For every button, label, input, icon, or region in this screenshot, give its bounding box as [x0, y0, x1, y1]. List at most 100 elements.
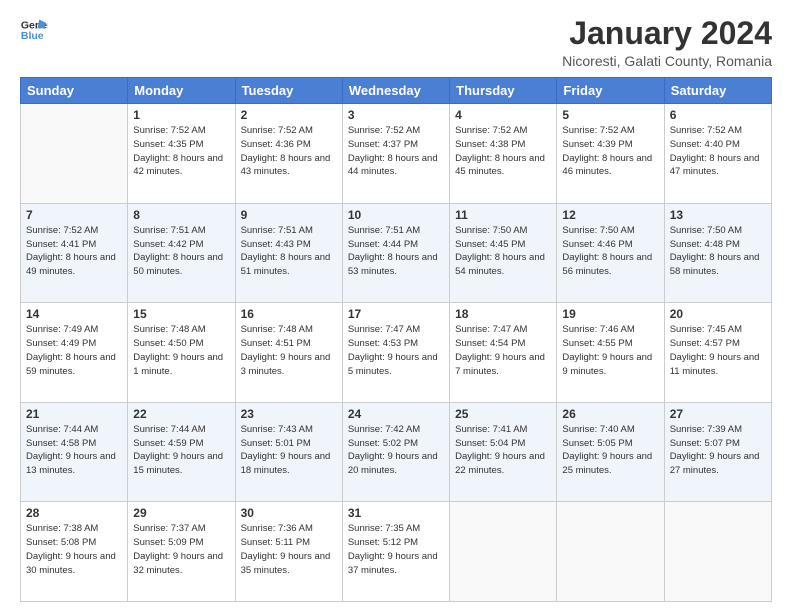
week-row-2: 7 Sunrise: 7:52 AM Sunset: 4:41 PM Daylig… [21, 203, 772, 303]
day-cell-5-3: 30 Sunrise: 7:36 AM Sunset: 5:11 PM Dayli… [235, 502, 342, 602]
day-info: Sunrise: 7:38 AM Sunset: 5:08 PM Dayligh… [26, 522, 122, 577]
day-number: 11 [455, 208, 551, 222]
day-number: 28 [26, 506, 122, 520]
day-cell-4-2: 22 Sunrise: 7:44 AM Sunset: 4:59 PM Dayli… [128, 402, 235, 502]
day-cell-1-1 [21, 104, 128, 204]
day-cell-4-7: 27 Sunrise: 7:39 AM Sunset: 5:07 PM Dayli… [664, 402, 771, 502]
day-info: Sunrise: 7:51 AM Sunset: 4:43 PM Dayligh… [241, 224, 337, 279]
day-info: Sunrise: 7:51 AM Sunset: 4:42 PM Dayligh… [133, 224, 229, 279]
day-info: Sunrise: 7:44 AM Sunset: 4:59 PM Dayligh… [133, 423, 229, 478]
day-number: 1 [133, 108, 229, 122]
day-cell-2-4: 10Sunrise: 7:51 AM Sunset: 4:44 PM Dayli… [342, 203, 449, 303]
day-number: 19 [562, 307, 658, 321]
header: General Blue January 2024 Nicoresti, Gal… [20, 16, 772, 69]
day-cell-1-7: 6 Sunrise: 7:52 AM Sunset: 4:40 PM Daylig… [664, 104, 771, 204]
day-cell-3-2: 15 Sunrise: 7:48 AM Sunset: 4:50 PM Dayli… [128, 303, 235, 403]
day-number: 23 [241, 407, 337, 421]
day-info: Sunrise: 7:52 AM Sunset: 4:36 PM Dayligh… [241, 124, 337, 179]
day-number: 2 [241, 108, 337, 122]
day-info: Sunrise: 7:39 AM Sunset: 5:07 PM Dayligh… [670, 423, 766, 478]
day-cell-4-5: 25 Sunrise: 7:41 AM Sunset: 5:04 PM Dayli… [450, 402, 557, 502]
day-info: Sunrise: 7:42 AM Sunset: 5:02 PM Dayligh… [348, 423, 444, 478]
day-info: Sunrise: 7:46 AM Sunset: 4:55 PM Dayligh… [562, 323, 658, 378]
title-block: January 2024 Nicoresti, Galati County, R… [562, 16, 772, 69]
day-cell-1-3: 2 Sunrise: 7:52 AM Sunset: 4:36 PM Daylig… [235, 104, 342, 204]
day-number: 16 [241, 307, 337, 321]
day-number: 6 [670, 108, 766, 122]
day-info: Sunrise: 7:36 AM Sunset: 5:11 PM Dayligh… [241, 522, 337, 577]
day-number: 20 [670, 307, 766, 321]
day-info: Sunrise: 7:45 AM Sunset: 4:57 PM Dayligh… [670, 323, 766, 378]
day-number: 4 [455, 108, 551, 122]
day-cell-4-6: 26 Sunrise: 7:40 AM Sunset: 5:05 PM Dayli… [557, 402, 664, 502]
day-info: Sunrise: 7:52 AM Sunset: 4:38 PM Dayligh… [455, 124, 551, 179]
day-info: Sunrise: 7:52 AM Sunset: 4:39 PM Dayligh… [562, 124, 658, 179]
week-row-3: 14Sunrise: 7:49 AM Sunset: 4:49 PM Dayli… [21, 303, 772, 403]
day-info: Sunrise: 7:43 AM Sunset: 5:01 PM Dayligh… [241, 423, 337, 478]
day-info: Sunrise: 7:50 AM Sunset: 4:45 PM Dayligh… [455, 224, 551, 279]
day-number: 10 [348, 208, 444, 222]
weekday-header-row: Sunday Monday Tuesday Wednesday Thursday… [21, 78, 772, 104]
day-cell-5-7 [664, 502, 771, 602]
day-cell-3-1: 14Sunrise: 7:49 AM Sunset: 4:49 PM Dayli… [21, 303, 128, 403]
day-number: 27 [670, 407, 766, 421]
day-info: Sunrise: 7:50 AM Sunset: 4:48 PM Dayligh… [670, 224, 766, 279]
day-number: 5 [562, 108, 658, 122]
day-number: 26 [562, 407, 658, 421]
day-info: Sunrise: 7:48 AM Sunset: 4:50 PM Dayligh… [133, 323, 229, 378]
day-cell-2-7: 13 Sunrise: 7:50 AM Sunset: 4:48 PM Dayli… [664, 203, 771, 303]
main-title: January 2024 [562, 16, 772, 51]
day-info: Sunrise: 7:40 AM Sunset: 5:05 PM Dayligh… [562, 423, 658, 478]
day-cell-1-2: 1 Sunrise: 7:52 AM Sunset: 4:35 PM Daylig… [128, 104, 235, 204]
header-monday: Monday [128, 78, 235, 104]
subtitle: Nicoresti, Galati County, Romania [562, 53, 772, 69]
day-cell-2-3: 9Sunrise: 7:51 AM Sunset: 4:43 PM Daylig… [235, 203, 342, 303]
week-row-4: 21Sunrise: 7:44 AM Sunset: 4:58 PM Dayli… [21, 402, 772, 502]
day-number: 13 [670, 208, 766, 222]
calendar-table: Sunday Monday Tuesday Wednesday Thursday… [20, 77, 772, 602]
day-info: Sunrise: 7:47 AM Sunset: 4:54 PM Dayligh… [455, 323, 551, 378]
day-number: 30 [241, 506, 337, 520]
day-info: Sunrise: 7:47 AM Sunset: 4:53 PM Dayligh… [348, 323, 444, 378]
day-number: 7 [26, 208, 122, 222]
day-info: Sunrise: 7:50 AM Sunset: 4:46 PM Dayligh… [562, 224, 658, 279]
day-number: 21 [26, 407, 122, 421]
day-number: 12 [562, 208, 658, 222]
day-info: Sunrise: 7:35 AM Sunset: 5:12 PM Dayligh… [348, 522, 444, 577]
day-number: 31 [348, 506, 444, 520]
day-info: Sunrise: 7:48 AM Sunset: 4:51 PM Dayligh… [241, 323, 337, 378]
week-row-5: 28 Sunrise: 7:38 AM Sunset: 5:08 PM Dayli… [21, 502, 772, 602]
day-info: Sunrise: 7:52 AM Sunset: 4:35 PM Dayligh… [133, 124, 229, 179]
day-number: 22 [133, 407, 229, 421]
page: General Blue January 2024 Nicoresti, Gal… [0, 0, 792, 612]
day-cell-4-4: 24 Sunrise: 7:42 AM Sunset: 5:02 PM Dayli… [342, 402, 449, 502]
day-cell-4-3: 23 Sunrise: 7:43 AM Sunset: 5:01 PM Dayli… [235, 402, 342, 502]
day-number: 3 [348, 108, 444, 122]
day-number: 15 [133, 307, 229, 321]
day-number: 25 [455, 407, 551, 421]
day-cell-1-6: 5 Sunrise: 7:52 AM Sunset: 4:39 PM Daylig… [557, 104, 664, 204]
day-number: 24 [348, 407, 444, 421]
day-cell-5-1: 28 Sunrise: 7:38 AM Sunset: 5:08 PM Dayli… [21, 502, 128, 602]
day-cell-1-5: 4 Sunrise: 7:52 AM Sunset: 4:38 PM Daylig… [450, 104, 557, 204]
day-info: Sunrise: 7:37 AM Sunset: 5:09 PM Dayligh… [133, 522, 229, 577]
header-wednesday: Wednesday [342, 78, 449, 104]
header-tuesday: Tuesday [235, 78, 342, 104]
day-info: Sunrise: 7:52 AM Sunset: 4:37 PM Dayligh… [348, 124, 444, 179]
logo-icon: General Blue [20, 16, 48, 44]
day-cell-3-7: 20 Sunrise: 7:45 AM Sunset: 4:57 PM Dayli… [664, 303, 771, 403]
day-info: Sunrise: 7:41 AM Sunset: 5:04 PM Dayligh… [455, 423, 551, 478]
day-number: 18 [455, 307, 551, 321]
header-thursday: Thursday [450, 78, 557, 104]
day-cell-2-1: 7 Sunrise: 7:52 AM Sunset: 4:41 PM Daylig… [21, 203, 128, 303]
day-cell-5-5 [450, 502, 557, 602]
day-info: Sunrise: 7:52 AM Sunset: 4:41 PM Dayligh… [26, 224, 122, 279]
day-cell-5-6 [557, 502, 664, 602]
day-cell-2-6: 12 Sunrise: 7:50 AM Sunset: 4:46 PM Dayli… [557, 203, 664, 303]
day-info: Sunrise: 7:52 AM Sunset: 4:40 PM Dayligh… [670, 124, 766, 179]
day-cell-5-2: 29Sunrise: 7:37 AM Sunset: 5:09 PM Dayli… [128, 502, 235, 602]
day-cell-3-5: 18 Sunrise: 7:47 AM Sunset: 4:54 PM Dayli… [450, 303, 557, 403]
day-cell-3-3: 16 Sunrise: 7:48 AM Sunset: 4:51 PM Dayli… [235, 303, 342, 403]
header-friday: Friday [557, 78, 664, 104]
day-number: 8 [133, 208, 229, 222]
